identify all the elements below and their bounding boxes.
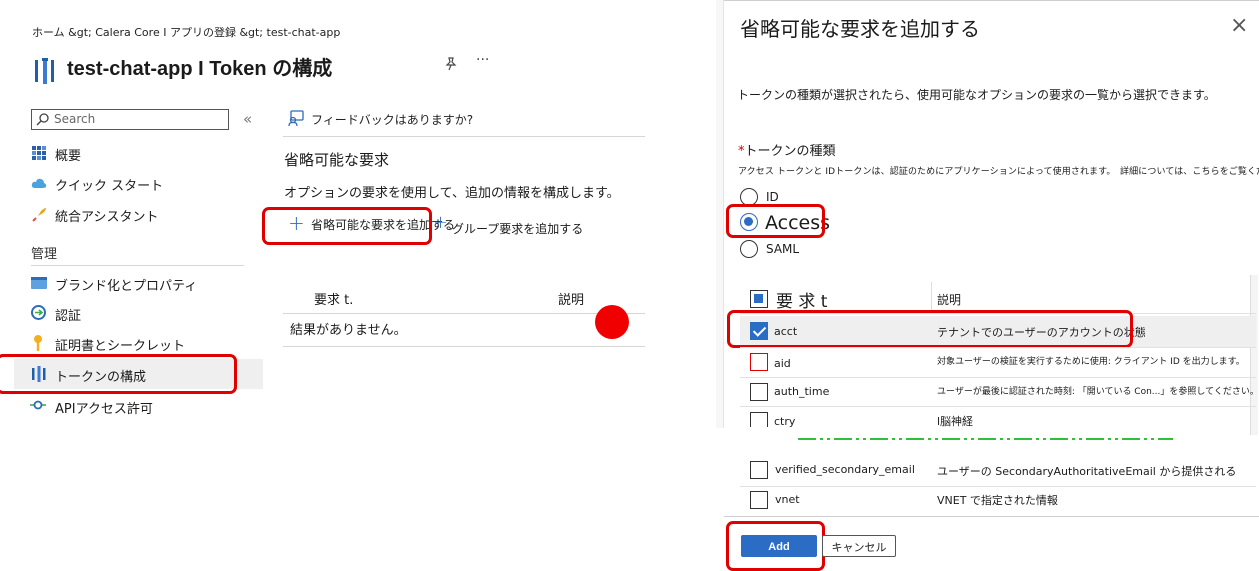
token-type-label: *トークンの種類 [738,140,836,159]
claim-row-aid[interactable]: aid 対象ユーザーの検証を実行するために使用: クライアント ID を出力しま… [740,348,1256,378]
cancel-button-label: キャンセル [831,541,887,554]
claim-description: ユーザーが最後に認証された時刻: 「開いている Con...」を参照してください… [937,387,1259,397]
page-title: test-chat-app I Token の構成 [67,58,333,80]
highlight-token-configuration [0,354,237,394]
highlight-acct-row [727,310,1133,348]
feedback-link[interactable]: フィードバックはありますか? [311,111,473,128]
select-all-checkbox[interactable] [750,290,768,308]
claim-checkbox[interactable] [750,491,768,509]
plus-icon: + [433,212,449,233]
radio-id-label: ID [766,190,779,204]
more-icon[interactable]: ··· [476,52,489,68]
column-header-description[interactable]: 説明 [558,289,584,308]
claim-description: 対象ユーザーの検証を実行するために使用: クライアント ID を出力します。 [937,357,1245,367]
empty-table-message: 結果がありません。 [290,323,407,338]
authentication-icon [31,305,46,320]
feedback-icon [288,110,304,126]
panel-footer-divider [724,516,1259,517]
search-input[interactable]: Search [31,109,229,130]
sidebar-section-heading: 管理 [31,247,58,262]
claim-row-verified-secondary-email[interactable]: verified_secondary_email ユーザーの Secondary… [740,453,1256,486]
cancel-button[interactable]: キャンセル [822,535,896,557]
panel-title: 省略可能な要求を追加する [740,17,980,41]
panel-intro: トークンの種類が選択されたら、使用可能なオプションの要求の一覧から選択できます。 [737,88,1216,102]
sidebar-item-label: 統合アシスタント [55,210,159,225]
claim-name: verified_secondary_email [775,463,915,476]
claims-column-header-claim[interactable]: 要 求 t [776,287,827,312]
app-logo-icon [35,58,54,84]
close-icon[interactable]: × [1230,13,1248,38]
claim-description: ユーザーの SecondaryAuthoritativeEmail から提供され… [937,465,1237,478]
sidebar-item-label: クイック スタート [55,179,164,194]
table-header-divider [283,313,645,314]
claim-checkbox[interactable] [750,412,768,427]
panel-top-border [716,0,1259,6]
cloud-icon [31,178,47,188]
sidebar-item-label: APIアクセス許可 [55,402,153,417]
sidebar-item-label: 証明書とシークレット [55,339,186,354]
panel-left-edge [716,0,724,428]
section-description: オプションの要求を使用して、追加の情報を構成します。 [284,186,620,201]
token-type-help: アクセス トークンと IDトークンは、認証のためにアプリケーションによって使用さ… [738,167,1259,177]
highlight-add-button [726,521,825,571]
radio-saml-circle[interactable] [740,240,758,258]
cursor-indicator [595,305,629,339]
claims-column-header-description[interactable]: 説明 [937,291,961,308]
add-group-claim-label: グループ要求を追加する [452,222,584,236]
highlight-add-optional [262,207,432,245]
column-separator [931,282,932,312]
key-icon [34,335,42,351]
omission-marker [798,438,1173,440]
claim-name: ctry [774,415,796,427]
pin-icon[interactable] [444,57,458,71]
table-bottom-divider [283,346,645,347]
claim-row-ctry[interactable]: ctry l脳神経 [740,407,1256,427]
claim-checkbox[interactable] [750,461,768,479]
section-title: 省略可能な要求 [284,151,390,169]
toolbar-divider [283,136,645,137]
collapse-sidebar-button[interactable]: « [243,110,252,128]
overview-icon [32,146,46,160]
highlight-access-radio [726,204,825,238]
claim-name: aid [774,357,791,370]
token-type-label-text: トークンの種類 [744,144,836,159]
claim-name: vnet [775,493,800,506]
claim-name: auth_time [774,385,830,398]
claim-row-vnet[interactable]: vnet VNET で指定された情報 [740,487,1256,515]
sidebar-item-label: 概要 [55,149,82,164]
rocket-icon [32,208,46,222]
sidebar-item-label: ブランド化とプロパティ [55,279,198,294]
claim-description: VNET で指定された情報 [937,494,1058,507]
claim-checkbox[interactable] [750,353,768,371]
sidebar-divider [31,265,244,266]
breadcrumb[interactable]: ホーム &gt; Calera Core I アプリの登録 &gt; test-… [32,24,340,40]
column-header-claim[interactable]: 要求 t. [314,289,353,308]
claim-row-auth-time[interactable]: auth_time ユーザーが最後に認証された時刻: 「開いている Con...… [740,378,1259,407]
radio-saml-label: SAML [766,242,800,256]
branding-icon [31,277,47,289]
api-permissions-icon [30,400,46,410]
claim-description: l脳神経 [937,415,974,427]
search-icon [36,113,49,126]
sidebar-item-label: 認証 [55,309,82,324]
claim-checkbox[interactable] [750,383,768,401]
search-placeholder: Search [54,112,96,126]
